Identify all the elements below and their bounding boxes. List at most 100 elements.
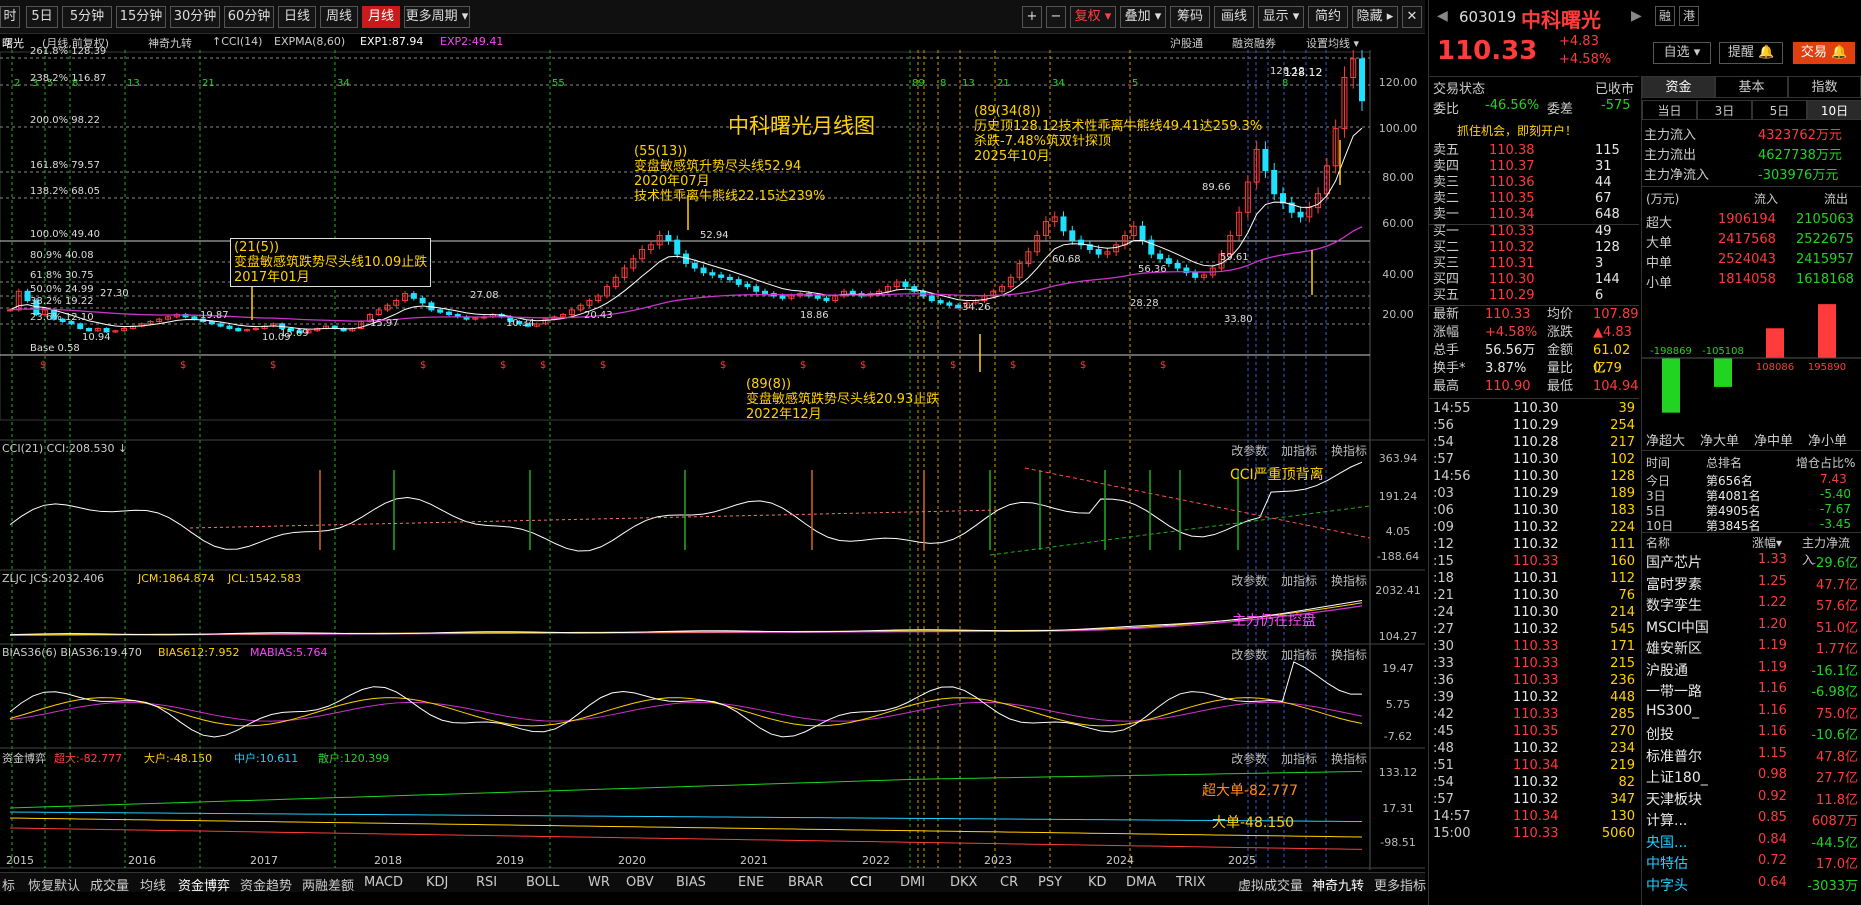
zljc-switch-button[interactable]: 换指标 <box>1331 574 1367 588</box>
close-icon[interactable]: ✕ <box>1402 6 1422 28</box>
link-hkconnect[interactable]: 沪股通 <box>1170 35 1203 51</box>
sector-name[interactable]: 央国... <box>1646 832 1687 852</box>
indicator-tab[interactable]: WR <box>588 875 610 890</box>
indicator-tab[interactable]: DMA <box>1126 875 1156 890</box>
zoom-in-button[interactable]: + <box>1022 6 1042 28</box>
fund-subtab[interactable]: 当日 <box>1642 100 1697 120</box>
sector-name[interactable]: 数字孪生 <box>1646 595 1702 615</box>
prev-icon[interactable]: ◀ <box>1437 8 1448 24</box>
sector-name[interactable]: 一带一路 <box>1646 681 1702 701</box>
period-week[interactable]: 周线 <box>320 6 358 28</box>
indicator-tab[interactable]: DKX <box>950 875 977 890</box>
trade-button[interactable]: 交易 🔔 <box>1793 42 1855 64</box>
period-5min[interactable]: 5分钟 <box>62 6 112 28</box>
indicator-tab[interactable]: DMI <box>900 875 925 890</box>
ind-cci[interactable]: ↑CCI(14) <box>212 35 262 48</box>
hk-tag[interactable]: 港 <box>1679 6 1699 26</box>
bias-add-button[interactable]: 加指标 <box>1281 648 1317 662</box>
overlay-button[interactable]: 叠加 ▾ <box>1120 6 1166 28</box>
sector-name[interactable]: 雄安新区 <box>1646 638 1702 658</box>
indicator-tab[interactable]: TRIX <box>1176 875 1206 890</box>
period-month[interactable]: 月线 <box>362 6 400 28</box>
period-time[interactable]: 时 <box>0 6 20 28</box>
next-icon[interactable]: ▶ <box>1631 8 1642 24</box>
indicator-tab[interactable]: ENE <box>738 875 764 890</box>
indicator-tab[interactable]: KDJ <box>426 875 448 890</box>
indicator-tab[interactable]: 虚拟成交量 <box>1238 875 1303 894</box>
ind-expma[interactable]: EXPMA(8,60) <box>274 35 345 48</box>
period-more[interactable]: 更多周期 ▾ <box>404 6 470 28</box>
indicator-tab[interactable]: BOLL <box>526 875 559 890</box>
promo-link[interactable]: 抓住机会，即刻开户！ <box>1457 122 1577 139</box>
indicator-tab[interactable]: 均线 <box>140 875 166 894</box>
remind-button[interactable]: 提醒 🔔 <box>1719 42 1783 64</box>
indicator-tab[interactable]: 两融差额 <box>302 875 354 894</box>
indicator-tab[interactable]: 恢复默认 <box>28 875 80 894</box>
zljc-param-button[interactable]: 改参数 <box>1231 574 1267 588</box>
fund-subtab[interactable]: 10日 <box>1807 100 1861 120</box>
indicator-tab[interactable]: KD <box>1088 875 1107 890</box>
candle-body <box>718 274 725 278</box>
link-margin[interactable]: 融资融券 <box>1232 35 1276 51</box>
indicator-tab[interactable]: 更多指标 <box>1374 875 1426 894</box>
fund-subtab[interactable]: 3日 <box>1697 100 1752 120</box>
indicator-tab[interactable]: PSY <box>1038 875 1062 890</box>
period-30min[interactable]: 30分钟 <box>170 6 220 28</box>
period-15min[interactable]: 15分钟 <box>116 6 166 28</box>
adjust-button[interactable]: 复权 ▾ <box>1070 6 1116 28</box>
zoom-out-button[interactable]: − <box>1046 6 1066 28</box>
sector-name[interactable]: 中特估 <box>1646 853 1688 873</box>
period-day[interactable]: 日线 <box>278 6 316 28</box>
zljc-add-button[interactable]: 加指标 <box>1281 574 1317 588</box>
cci-add-button[interactable]: 加指标 <box>1281 444 1317 458</box>
sector-name[interactable]: 标准普尔 <box>1646 746 1702 766</box>
fund-subtab[interactable]: 5日 <box>1752 100 1807 120</box>
indicator-tab[interactable]: 标 <box>2 875 15 894</box>
tick-volume: 545 <box>1610 622 1635 637</box>
draw-button[interactable]: 画线 <box>1214 6 1254 28</box>
fund-tab[interactable]: 指数 <box>1788 76 1861 98</box>
fund-tab[interactable]: 资金 <box>1642 76 1715 98</box>
fund-add-button[interactable]: 加指标 <box>1281 752 1317 766</box>
simple-button[interactable]: 简约 <box>1308 6 1348 28</box>
indicator-tab[interactable]: 成交量 <box>90 875 129 894</box>
fund-tab[interactable]: 基本 <box>1715 76 1788 98</box>
sector-name[interactable]: 计算... <box>1646 810 1687 830</box>
watchlist-button[interactable]: 自选 ▾ <box>1653 42 1711 64</box>
cci-switch-button[interactable]: 换指标 <box>1331 444 1367 458</box>
indicator-tab[interactable]: BRAR <box>788 875 823 890</box>
period-5day[interactable]: 5日 <box>26 6 58 28</box>
fund-switch-button[interactable]: 换指标 <box>1331 752 1367 766</box>
link-ma-settings[interactable]: 设置均线 ▾ <box>1306 35 1359 51</box>
sector-name[interactable]: 富时罗素 <box>1646 574 1702 594</box>
tick-price: 110.33 <box>1513 673 1559 688</box>
sector-name[interactable]: 国产芯片 <box>1646 552 1702 572</box>
ind-magic9[interactable]: 神奇九转 <box>148 35 192 51</box>
indicator-tab[interactable]: CR <box>1000 875 1018 890</box>
indicator-tab[interactable]: 资金趋势 <box>240 875 292 894</box>
cci-param-button[interactable]: 改参数 <box>1231 444 1267 458</box>
display-button[interactable]: 显示 ▾ <box>1258 6 1304 28</box>
indicator-tab[interactable]: 资金博弈 <box>178 875 230 894</box>
indicator-tab[interactable]: OBV <box>626 875 654 890</box>
sector-name[interactable]: 创投 <box>1646 724 1674 744</box>
indicator-tab[interactable]: MACD <box>364 875 403 890</box>
bias-switch-button[interactable]: 换指标 <box>1331 648 1367 662</box>
hide-button[interactable]: 隐藏 ▸ <box>1352 6 1398 28</box>
indicator-tab[interactable]: BIAS <box>676 875 706 890</box>
sector-name[interactable]: 上证180_ <box>1646 767 1708 787</box>
indicator-tab[interactable]: CCI <box>850 875 872 890</box>
sector-name[interactable]: 沪股通 <box>1646 660 1688 680</box>
sector-name[interactable]: 中字头 <box>1646 875 1688 895</box>
tick-list[interactable]: 14:55 110.30 39:56 110.29 254:54 110.28 217:57… <box>1429 400 1639 842</box>
sector-name[interactable]: 天津板块 <box>1646 789 1702 809</box>
bias-param-button[interactable]: 改参数 <box>1231 648 1267 662</box>
sector-name[interactable]: MSCI中国 <box>1646 617 1709 637</box>
indicator-tab[interactable]: RSI <box>476 875 497 890</box>
sector-name[interactable]: HS300_ <box>1646 703 1699 719</box>
period-60min[interactable]: 60分钟 <box>224 6 274 28</box>
fund-param-button[interactable]: 改参数 <box>1231 752 1267 766</box>
indicator-tab[interactable]: 神奇九转 <box>1312 875 1364 894</box>
margin-tag[interactable]: 融 <box>1655 6 1675 26</box>
chips-button[interactable]: 筹码 <box>1170 6 1210 28</box>
